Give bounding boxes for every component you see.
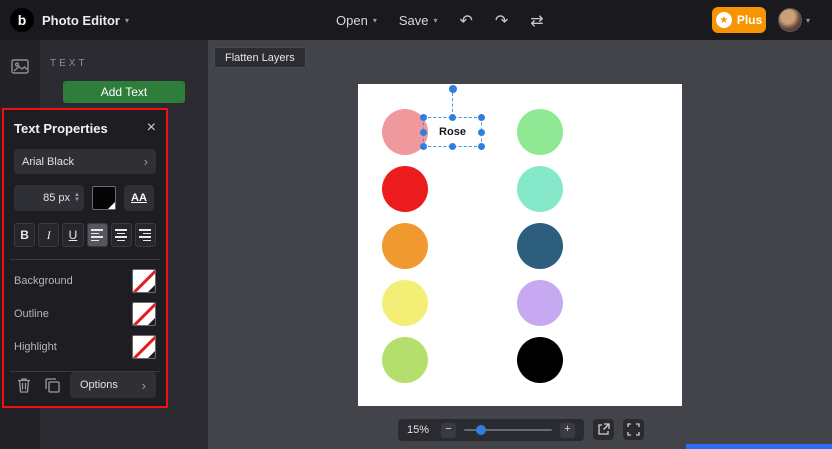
app-title: Photo Editor: [42, 12, 120, 28]
app-title-menu[interactable]: Photo Editor ▾: [42, 13, 129, 28]
chevron-down-icon: ▾: [433, 15, 438, 25]
star-icon: ★: [715, 12, 732, 28]
background-label: Background: [14, 275, 73, 288]
duplicate-layer-icon[interactable]: [42, 375, 62, 395]
revert-icon[interactable]: ⇄: [530, 11, 543, 30]
zoom-level: 15%: [407, 424, 430, 436]
export-view-icon[interactable]: [593, 419, 614, 440]
zoom-bar: 15% − +: [398, 419, 584, 441]
rotate-handle[interactable]: [449, 85, 457, 93]
chevron-down-icon: ▾: [125, 15, 130, 25]
text-case-button[interactable]: AA: [124, 185, 154, 212]
plus-label: Plus: [736, 13, 763, 27]
zoom-slider[interactable]: [464, 423, 552, 437]
canvas-circle[interactable]: [517, 109, 563, 155]
resize-handle-se[interactable]: [478, 143, 485, 150]
swatch-dropdown-corner: [108, 202, 115, 210]
canvas-circle[interactable]: [382, 337, 428, 383]
step-down-icon[interactable]: ▼: [74, 197, 80, 203]
resize-handle-n[interactable]: [449, 114, 456, 121]
resize-handle-sw[interactable]: [420, 143, 427, 150]
fit-screen-icon[interactable]: [623, 419, 644, 440]
align-right-button[interactable]: [134, 223, 157, 248]
font-family-select[interactable]: Arial Black ›: [14, 149, 156, 175]
font-size-value: 85 px: [43, 192, 71, 205]
chevron-right-icon: ›: [143, 154, 148, 170]
resize-handle-s[interactable]: [449, 143, 456, 150]
app-logo[interactable]: b: [10, 8, 34, 32]
image-canvas[interactable]: Rose: [358, 84, 682, 406]
circle-grid: [382, 109, 563, 383]
top-center-menu: Open ▾ Save ▾ ↶ ↷ ⇄: [336, 0, 544, 40]
avatar-chevron-icon[interactable]: ▾: [806, 16, 810, 25]
image-manager-icon[interactable]: [0, 48, 40, 84]
canvas-circle[interactable]: [382, 280, 428, 326]
align-center-icon: [115, 229, 128, 242]
background-color-swatch[interactable]: [132, 269, 156, 294]
plus-upgrade-button[interactable]: ★ Plus: [712, 7, 766, 33]
divider: [10, 259, 160, 261]
highlight-color-swatch[interactable]: [132, 335, 156, 360]
redo-icon[interactable]: ↷: [495, 11, 508, 30]
close-icon[interactable]: ×: [147, 120, 156, 136]
align-left-button[interactable]: [86, 223, 108, 248]
undo-icon[interactable]: ↶: [459, 11, 472, 30]
align-right-icon: [139, 229, 152, 242]
font-family-value: Arial Black: [22, 155, 74, 168]
open-menu[interactable]: Open ▾: [336, 13, 377, 28]
canvas-circle[interactable]: [382, 223, 428, 269]
canvas-circle[interactable]: [382, 166, 428, 212]
zoom-in-button[interactable]: +: [560, 422, 575, 438]
resize-handle-w[interactable]: [420, 129, 427, 136]
outline-label: Outline: [14, 308, 49, 321]
canvas-circle[interactable]: [517, 223, 563, 269]
swatch-dropdown-corner: [148, 351, 155, 359]
highlight-label: Highlight: [14, 341, 57, 354]
zoom-slider-thumb[interactable]: [476, 425, 486, 435]
canvas-circle[interactable]: [517, 337, 563, 383]
italic-button[interactable]: I: [38, 223, 60, 248]
swatch-dropdown-corner: [148, 318, 155, 326]
stepper-arrows[interactable]: ▲ ▼: [74, 192, 80, 203]
user-avatar[interactable]: [778, 8, 802, 32]
resize-handle-ne[interactable]: [478, 114, 485, 121]
options-button[interactable]: Options ›: [70, 372, 156, 399]
chevron-down-icon: ▾: [372, 15, 377, 25]
canvas-circle[interactable]: [517, 166, 563, 212]
chevron-right-icon: ›: [141, 377, 146, 393]
align-left-icon: [91, 229, 104, 242]
editor-workspace: Flatten Layers Rose 15% − +: [208, 40, 832, 449]
options-label: Options: [80, 379, 118, 392]
horizontal-scrollbar-thumb[interactable]: [686, 444, 832, 449]
text-color-swatch[interactable]: [92, 186, 116, 211]
outline-color-swatch[interactable]: [132, 302, 156, 327]
open-label: Open: [336, 12, 368, 28]
text-selection-box[interactable]: Rose: [420, 114, 485, 150]
swatch-dropdown-corner: [148, 285, 155, 293]
align-center-button[interactable]: [110, 223, 132, 248]
panel-section-title: TEXT: [50, 58, 88, 69]
underline-button[interactable]: U: [62, 223, 84, 248]
panel-title: Text Properties: [14, 120, 108, 136]
save-menu[interactable]: Save ▾: [399, 13, 438, 28]
save-label: Save: [398, 12, 429, 28]
canvas-circle[interactable]: [517, 280, 563, 326]
zoom-out-button[interactable]: −: [441, 422, 456, 438]
add-text-button[interactable]: Add Text: [63, 81, 185, 103]
resize-handle-nw[interactable]: [420, 114, 427, 121]
delete-layer-icon[interactable]: [14, 375, 34, 395]
text-properties-panel: Text Properties × Arial Black › 85 px ▲ ▼…: [2, 108, 168, 408]
font-size-stepper[interactable]: 85 px ▲ ▼: [14, 185, 84, 212]
selected-text-layer[interactable]: Rose: [439, 126, 466, 138]
flatten-layers-button[interactable]: Flatten Layers: [214, 47, 306, 68]
bold-button[interactable]: B: [14, 223, 36, 248]
resize-handle-e[interactable]: [478, 129, 485, 136]
top-bar: b Photo Editor ▾ Open ▾ Save ▾ ↶ ↷ ⇄ ★ P…: [0, 0, 832, 40]
